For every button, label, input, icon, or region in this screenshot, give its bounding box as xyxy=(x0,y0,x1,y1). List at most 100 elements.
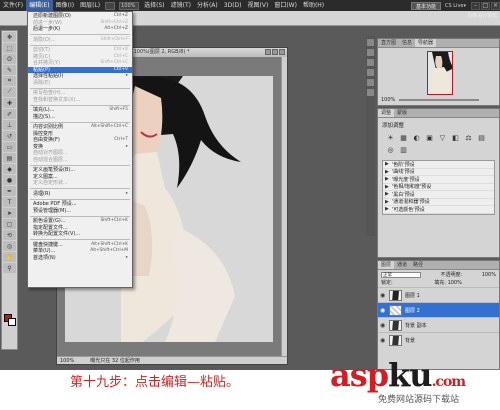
layer-row[interactable]: ◉ 背景 xyxy=(378,332,499,347)
zoom-tool-icon[interactable]: ⚲ xyxy=(3,263,16,273)
cs-live-button[interactable]: CS Live▾ xyxy=(441,3,470,9)
eye-icon[interactable]: ◉ xyxy=(380,322,386,329)
minimize-icon[interactable]: – xyxy=(471,1,480,10)
hand-tool-icon[interactable]: ✋ xyxy=(3,252,16,262)
character-panel-icon[interactable] xyxy=(367,59,374,66)
menu-analysis[interactable]: 分析(A) xyxy=(194,0,221,11)
menu-image[interactable]: 图像(I) xyxy=(53,0,77,11)
expand-triangle-icon[interactable]: ▶ xyxy=(385,206,389,212)
menu-item[interactable]: 预设管理器(M)... xyxy=(28,208,132,215)
expand-triangle-icon[interactable]: ▶ xyxy=(385,169,389,175)
paragraph-panel-icon[interactable] xyxy=(367,69,374,76)
menu-layer[interactable]: 图层(L) xyxy=(77,0,103,11)
expand-triangle-icon[interactable]: ▶ xyxy=(385,191,389,197)
gradient-tool-icon[interactable]: ▤ xyxy=(3,153,16,163)
healing-brush-tool-icon[interactable]: ✚ xyxy=(3,98,16,108)
brush-tool-icon[interactable]: ✐ xyxy=(3,109,16,119)
brushes-panel-icon[interactable] xyxy=(367,79,374,86)
menu-item[interactable]: 后退一步(K) Alt+Ctrl+Z xyxy=(28,26,132,33)
layer-row[interactable]: ◉ 图层 1 xyxy=(378,287,499,302)
hue-saturation-icon[interactable]: ◧ xyxy=(451,134,460,142)
fill-value[interactable]: 100% xyxy=(448,280,462,286)
menu-3d[interactable]: 3D(D) xyxy=(221,0,245,11)
eye-icon[interactable]: ◉ xyxy=(380,307,386,314)
doc-close-icon[interactable] xyxy=(279,49,285,55)
menu-item[interactable]: 描边(S)... xyxy=(28,114,132,121)
clone-source-panel-icon[interactable] xyxy=(367,89,374,96)
menu-item[interactable]: 转换为配置文件(V)... xyxy=(28,231,132,238)
close-icon[interactable]: × xyxy=(491,1,500,10)
menu-item-label: 描边(S)... xyxy=(33,113,55,120)
eyedropper-tool-icon[interactable]: ⟋ xyxy=(3,87,16,97)
menu-item[interactable]: 清理(R) ▸ xyxy=(28,191,132,198)
document-zoom-level[interactable]: 100% xyxy=(60,357,74,364)
actions-panel-icon[interactable] xyxy=(367,49,374,56)
marquee-tool-icon[interactable]: ⬚ xyxy=(3,43,16,53)
navigator-thumbnail[interactable] xyxy=(427,51,453,95)
color-balance-icon[interactable]: ⚖ xyxy=(464,134,473,142)
blend-mode-select[interactable]: 正常 xyxy=(381,271,421,278)
move-tool-icon[interactable]: ✥ xyxy=(3,32,16,42)
3d-rotate-tool-icon[interactable]: ⟲ xyxy=(3,230,16,240)
tab-navigator[interactable]: 导航器 xyxy=(415,39,437,47)
expand-triangle-icon[interactable]: ▶ xyxy=(385,184,389,190)
pen-tool-icon[interactable]: ✒ xyxy=(3,186,16,196)
clone-stamp-tool-icon[interactable]: ⊥ xyxy=(3,120,16,130)
tab-layers[interactable]: 图层 xyxy=(378,261,395,269)
exposure-icon[interactable]: ▣ xyxy=(425,134,434,142)
eye-icon[interactable]: ◉ xyxy=(380,337,386,344)
vertical-scrollbar[interactable] xyxy=(281,57,287,357)
photo-filter-icon[interactable]: ◎ xyxy=(386,146,395,154)
3d-orbit-tool-icon[interactable]: ◎ xyxy=(3,241,16,251)
tab-paths[interactable]: 路径 xyxy=(410,261,426,269)
type-tool-icon[interactable]: T xyxy=(3,197,16,207)
tab-masks[interactable]: 蒙版 xyxy=(394,109,410,117)
tab-adjustments[interactable]: 调整 xyxy=(378,109,395,117)
background-color-swatch[interactable] xyxy=(8,318,16,326)
adjustment-presets-list: ▶ '色阶'预设 ▶ '曲线'预设 ▶ '曝光度'预设 ▶ '色相/饱和度'预设 ▶ '黑… xyxy=(382,160,495,215)
menu-item[interactable]: 首选项(N) ▸ xyxy=(28,255,132,262)
dodge-tool-icon[interactable]: ● xyxy=(3,175,16,185)
expand-triangle-icon[interactable]: ▶ xyxy=(385,161,389,167)
menu-file[interactable]: 文件(F) xyxy=(0,0,26,11)
expand-triangle-icon[interactable]: ▶ xyxy=(385,176,389,182)
tab-channels[interactable]: 通道 xyxy=(394,261,410,269)
zoom-select[interactable]: 100% xyxy=(119,1,140,10)
black-white-icon[interactable]: ▤ xyxy=(477,134,486,142)
curves-icon[interactable]: ◐ xyxy=(412,134,421,142)
history-brush-tool-icon[interactable]: ↺ xyxy=(3,131,16,141)
eye-icon[interactable]: ◉ xyxy=(380,292,386,299)
menu-filter[interactable]: 滤镜(T) xyxy=(168,0,194,11)
tab-histogram[interactable]: 直方图 xyxy=(378,39,399,47)
navigator-zoom-value[interactable]: 100% xyxy=(381,97,395,103)
channel-mixer-icon[interactable]: ▥ xyxy=(399,146,408,154)
maximize-icon[interactable]: □ xyxy=(481,1,490,10)
path-select-tool-icon[interactable]: ➤ xyxy=(3,208,16,218)
menu-view[interactable]: 视图(V) xyxy=(245,0,272,11)
doc-maximize-icon[interactable] xyxy=(272,49,278,55)
navigator-zoom-slider[interactable] xyxy=(399,99,480,101)
menu-edit[interactable]: 编辑(E) xyxy=(26,0,53,11)
vibrance-icon[interactable]: ▽ xyxy=(438,134,447,142)
brightness-contrast-icon[interactable]: ☀ xyxy=(386,134,395,142)
history-panel-icon[interactable] xyxy=(367,39,374,46)
quick-select-tool-icon[interactable]: ✎ xyxy=(3,65,16,75)
layer-row-selected[interactable]: ◉ 图层 2 xyxy=(378,302,499,317)
blur-tool-icon[interactable]: ◆ xyxy=(3,164,16,174)
levels-icon[interactable]: ▦ xyxy=(399,134,408,142)
tab-info[interactable]: 信息 xyxy=(399,39,415,47)
eraser-tool-icon[interactable]: ▭ xyxy=(3,142,16,152)
menu-help[interactable]: 帮助(H) xyxy=(300,0,327,11)
workspace-button[interactable]: 基本功能 xyxy=(411,1,442,10)
menu-select[interactable]: 选择(S) xyxy=(141,0,168,11)
menu-window[interactable]: 窗口(W) xyxy=(271,0,300,11)
shape-tool-icon[interactable]: ▢ xyxy=(3,219,16,229)
preset-selective-color[interactable]: ▶ '可选颜色'预设 xyxy=(383,206,494,214)
crop-tool-icon[interactable]: ⌗ xyxy=(3,76,16,86)
opacity-value[interactable]: 100% xyxy=(482,272,496,278)
layer-row[interactable]: ◉ 背景 副本 xyxy=(378,317,499,332)
bridge-button[interactable] xyxy=(105,1,116,10)
lasso-tool-icon[interactable]: ʘ xyxy=(3,54,16,64)
doc-minimize-icon[interactable] xyxy=(265,49,271,55)
expand-triangle-icon[interactable]: ▶ xyxy=(385,199,389,205)
